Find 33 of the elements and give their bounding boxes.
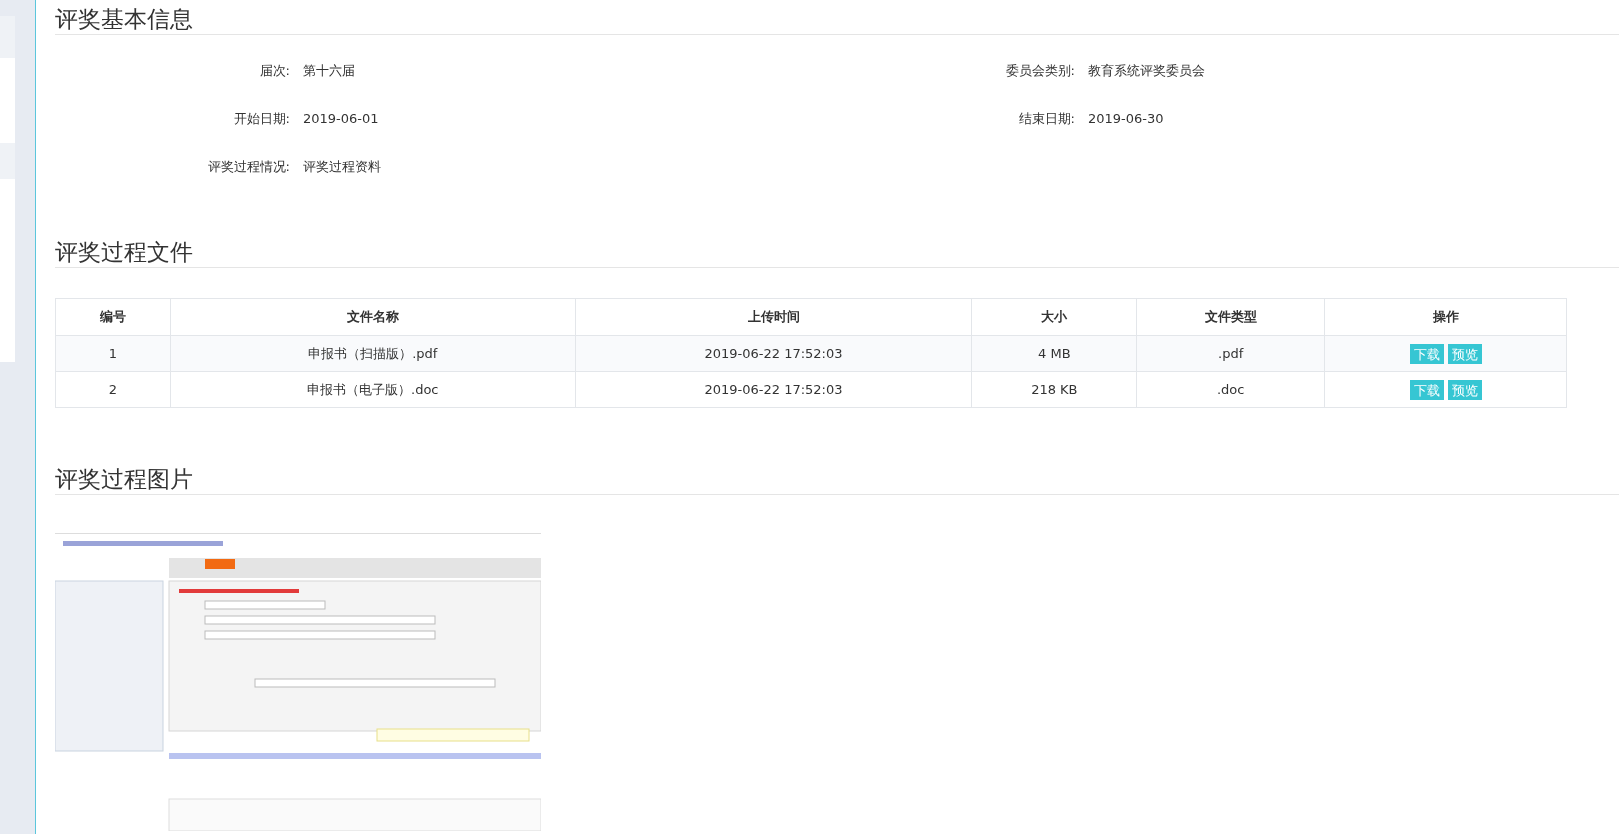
column-header: 编号 bbox=[55, 298, 171, 336]
column-header: 操作 bbox=[1324, 298, 1567, 336]
column-header: 文件类型 bbox=[1136, 298, 1325, 336]
table-cell: 1 bbox=[55, 335, 171, 372]
field-value: 第十六届 bbox=[302, 62, 356, 80]
field-value: 教育系统评奖委员会 bbox=[1087, 62, 1206, 80]
field-label: 开始日期: bbox=[232, 110, 290, 128]
table-cell: .doc bbox=[1136, 371, 1325, 408]
field-value: 2019-06-30 bbox=[1087, 110, 1165, 128]
table-cell: 2 bbox=[55, 371, 171, 408]
download-button[interactable]: 下载 bbox=[1409, 379, 1444, 400]
field-label: 委员会类别: bbox=[1004, 62, 1075, 80]
column-header: 大小 bbox=[971, 298, 1137, 336]
table-cell: 申报书（扫描版）.pdf bbox=[170, 335, 576, 372]
field-value: 评奖过程资料 bbox=[302, 158, 382, 176]
download-button[interactable]: 下载 bbox=[1409, 343, 1444, 364]
preview-button[interactable]: 预览 bbox=[1447, 379, 1482, 400]
table-cell: 4 MB bbox=[971, 335, 1137, 372]
table-cell: 218 KB bbox=[971, 371, 1137, 408]
section-title: 评奖过程图片 bbox=[55, 460, 1619, 495]
field-label: 结束日期: bbox=[1017, 110, 1075, 128]
section-title: 评奖基本信息 bbox=[55, 0, 1619, 35]
column-header: 上传时间 bbox=[575, 298, 972, 336]
field-label: 评奖过程情况: bbox=[206, 158, 290, 176]
preview-button[interactable]: 预览 bbox=[1447, 343, 1482, 364]
table-cell: 申报书（电子版）.doc bbox=[170, 371, 576, 408]
column-header: 文件名称 bbox=[170, 298, 576, 336]
table-cell: 2019-06-22 17:52:03 bbox=[575, 371, 972, 408]
table-cell: 2019-06-22 17:52:03 bbox=[575, 335, 972, 372]
field-label: 届次: bbox=[258, 62, 290, 80]
field-value: 2019-06-01 bbox=[302, 110, 380, 128]
table-cell: .pdf bbox=[1136, 335, 1325, 372]
section-title: 评奖过程文件 bbox=[55, 233, 1619, 268]
